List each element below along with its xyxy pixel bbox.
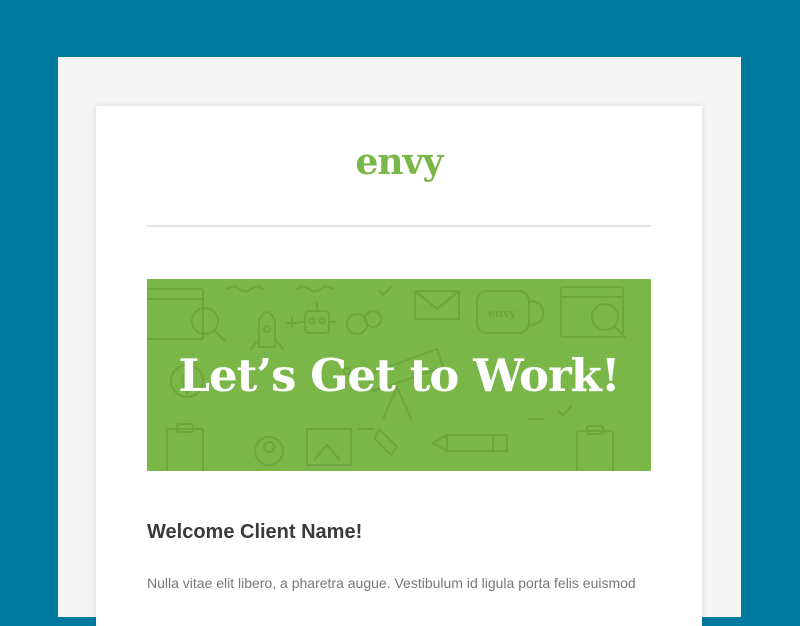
mug-label: envy xyxy=(488,307,516,320)
banner-title: Let’s Get to Work! xyxy=(178,349,620,402)
email-card: envy envy Let’s Get to Work! Welcome Cli… xyxy=(96,106,702,626)
envy-logo: envy xyxy=(355,141,444,183)
header-divider xyxy=(147,225,651,227)
body-paragraph: Nulla vitae elit libero, a pharetra augu… xyxy=(147,575,636,591)
hero-banner: envy Let’s Get to Work! xyxy=(147,279,651,471)
welcome-heading: Welcome Client Name! xyxy=(147,521,363,543)
